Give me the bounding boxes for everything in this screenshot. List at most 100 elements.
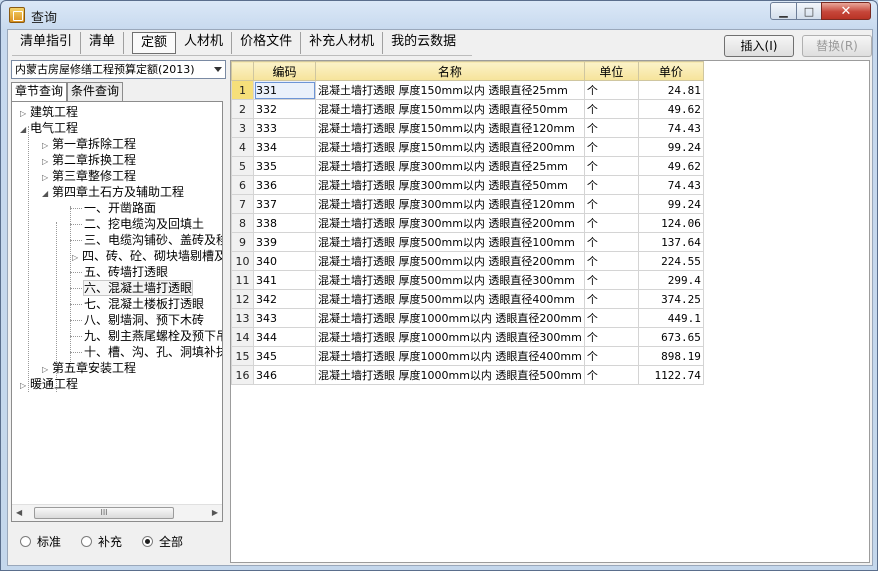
cell-name[interactable]: 混凝土墙打透眼 厚度1000mm以内 透眼直径400mm	[315, 346, 585, 366]
cell-price[interactable]: 49.62	[637, 99, 704, 119]
tree-leaf[interactable]: 九、剔主燕尾螺栓及预下吊	[70, 328, 222, 344]
expand-icon[interactable]: ▷	[20, 378, 30, 394]
cell-name[interactable]: 混凝土墙打透眼 厚度500mm以内 透眼直径200mm	[315, 251, 585, 271]
table-row[interactable]: 9 339 混凝土墙打透眼 厚度500mm以内 透眼直径100mm 个 137.64	[231, 232, 704, 252]
tree-leaf[interactable]: 三、电缆沟铺砂、盖砖及移	[70, 232, 222, 248]
table-row[interactable]: 3 333 混凝土墙打透眼 厚度150mm以内 透眼直径120mm 个 74.43	[231, 118, 704, 138]
column-header-price[interactable]: 单价	[637, 61, 704, 81]
cell-code[interactable]: 346	[253, 365, 316, 385]
table-row[interactable]: 11 341 混凝土墙打透眼 厚度500mm以内 透眼直径300mm 个 299.4	[231, 270, 704, 290]
cell-unit[interactable]: 个	[583, 270, 639, 290]
cell-price[interactable]: 673.65	[637, 327, 704, 347]
tab-cloud-data[interactable]: 我的云数据	[383, 32, 464, 54]
row-number[interactable]: 14	[231, 327, 254, 347]
row-number[interactable]: 7	[231, 194, 254, 214]
quota-grid[interactable]: 编码 名称 单位 单价 1 331 混凝土墙打透眼 厚度150mm以内 透眼直径25…	[230, 60, 870, 563]
cell-price[interactable]: 898.19	[637, 346, 704, 366]
cell-price[interactable]: 1122.74	[637, 365, 704, 385]
table-row[interactable]: 12 342 混凝土墙打透眼 厚度500mm以内 透眼直径400mm 个 374.25	[231, 289, 704, 309]
cell-code[interactable]: 337	[253, 194, 316, 214]
cell-price[interactable]: 374.25	[637, 289, 704, 309]
tree-node[interactable]: ▷ 第一章拆除工程	[42, 136, 136, 152]
tab-price-file[interactable]: 价格文件	[232, 32, 302, 54]
tree-node[interactable]: ▷ 第五章安装工程	[42, 360, 136, 376]
cell-unit[interactable]: 个	[583, 99, 639, 119]
table-row[interactable]: 4 334 混凝土墙打透眼 厚度150mm以内 透眼直径200mm 个 99.24	[231, 137, 704, 157]
tab-supplement[interactable]: 补充人材机	[301, 32, 384, 54]
tree-node[interactable]: ▷ 第三章整修工程	[42, 168, 136, 184]
table-row[interactable]: 5 335 混凝土墙打透眼 厚度300mm以内 透眼直径25mm 个 49.62	[231, 156, 704, 176]
cell-code[interactable]: 339	[253, 232, 316, 252]
tree-leaf-selected[interactable]: 六、混凝土墙打透眼	[70, 280, 194, 296]
cell-unit[interactable]: 个	[583, 118, 639, 138]
replace-button[interactable]: 替换(R)	[802, 35, 872, 57]
collapse-icon[interactable]: ◢	[20, 122, 30, 138]
tab-condition-query[interactable]: 条件查询	[67, 82, 124, 101]
column-header-code[interactable]: 编码	[253, 61, 316, 81]
cell-price[interactable]: 137.64	[637, 232, 704, 252]
cell-code[interactable]: 341	[253, 270, 316, 290]
cell-unit[interactable]: 个	[583, 308, 639, 328]
row-number[interactable]: 12	[231, 289, 254, 309]
close-button[interactable]: ✕	[821, 2, 871, 20]
table-row[interactable]: 10 340 混凝土墙打透眼 厚度500mm以内 透眼直径200mm 个 224.55	[231, 251, 704, 271]
radio-supplement[interactable]: 补充	[81, 533, 122, 550]
table-row[interactable]: 6 336 混凝土墙打透眼 厚度300mm以内 透眼直径50mm 个 74.43	[231, 175, 704, 195]
cell-name[interactable]: 混凝土墙打透眼 厚度300mm以内 透眼直径200mm	[315, 213, 585, 233]
cell-price[interactable]: 99.24	[637, 194, 704, 214]
tree-leaf[interactable]: 五、砖墙打透眼	[70, 264, 168, 280]
tree-node[interactable]: ◢ 电气工程	[20, 120, 78, 136]
row-number[interactable]: 1	[231, 80, 254, 100]
row-number[interactable]: 11	[231, 270, 254, 290]
tab-labor-material[interactable]: 人材机	[176, 32, 233, 54]
table-row[interactable]: 14 344 混凝土墙打透眼 厚度1000mm以内 透眼直径300mm 个 673.65	[231, 327, 704, 347]
tree-node[interactable]: ▷ 第二章拆换工程	[42, 152, 136, 168]
cell-unit[interactable]: 个	[583, 213, 639, 233]
radio-standard[interactable]: 标准	[20, 533, 61, 550]
cell-price[interactable]: 99.24	[637, 137, 704, 157]
cell-unit[interactable]: 个	[583, 137, 639, 157]
radio-dot[interactable]	[81, 536, 93, 547]
cell-unit[interactable]: 个	[583, 289, 639, 309]
chapter-tree[interactable]: ▷ 建筑工程 ◢ 电气工程 ▷ 第一章拆除工程 ▷ 第二章拆换工程 ▷ 第三章整修工程 ◢…	[11, 101, 223, 522]
cell-unit[interactable]: 个	[583, 80, 639, 100]
row-number[interactable]: 13	[231, 308, 254, 328]
cell-name[interactable]: 混凝土墙打透眼 厚度1000mm以内 透眼直径500mm	[315, 365, 585, 385]
cell-unit[interactable]: 个	[583, 156, 639, 176]
cell-name[interactable]: 混凝土墙打透眼 厚度150mm以内 透眼直径200mm	[315, 137, 585, 157]
cell-unit[interactable]: 个	[583, 327, 639, 347]
table-row[interactable]: 16 346 混凝土墙打透眼 厚度1000mm以内 透眼直径500mm 个 1122.7…	[231, 365, 704, 385]
cell-name[interactable]: 混凝土墙打透眼 厚度300mm以内 透眼直径50mm	[315, 175, 585, 195]
row-number[interactable]: 9	[231, 232, 254, 252]
cell-price[interactable]: 449.1	[637, 308, 704, 328]
radio-dot[interactable]	[20, 536, 31, 547]
cell-code[interactable]: 331	[253, 80, 316, 100]
tree-leaf[interactable]: 七、混凝土楼板打透眼	[70, 296, 204, 312]
row-number[interactable]: 2	[231, 99, 254, 119]
cell-unit[interactable]: 个	[583, 251, 639, 271]
radio-all[interactable]: 全部	[142, 533, 183, 550]
column-header-name[interactable]: 名称	[315, 61, 585, 81]
table-row[interactable]: 13 343 混凝土墙打透眼 厚度1000mm以内 透眼直径200mm 个 449.1	[231, 308, 704, 328]
cell-code[interactable]: 336	[253, 175, 316, 195]
cell-name[interactable]: 混凝土墙打透眼 厚度500mm以内 透眼直径400mm	[315, 289, 585, 309]
cell-unit[interactable]: 个	[583, 346, 639, 366]
tree-node[interactable]: ▷ 建筑工程	[20, 104, 78, 120]
table-row[interactable]: 7 337 混凝土墙打透眼 厚度300mm以内 透眼直径120mm 个 99.24	[231, 194, 704, 214]
row-number[interactable]: 8	[231, 213, 254, 233]
minimize-button[interactable]: ▁	[770, 2, 797, 20]
tree-leaf[interactable]: 二、挖电缆沟及回填土	[70, 216, 204, 232]
cell-code[interactable]: 344	[253, 327, 316, 347]
tree-node[interactable]: ◢ 第四章土石方及辅助工程	[42, 184, 184, 200]
cell-unit[interactable]: 个	[583, 194, 639, 214]
cell-unit[interactable]: 个	[583, 232, 639, 252]
cell-name[interactable]: 混凝土墙打透眼 厚度150mm以内 透眼直径25mm	[315, 80, 585, 100]
row-number[interactable]: 10	[231, 251, 254, 271]
table-row[interactable]: 2 332 混凝土墙打透眼 厚度150mm以内 透眼直径50mm 个 49.62	[231, 99, 704, 119]
cell-code[interactable]: 338	[253, 213, 316, 233]
row-number[interactable]: 15	[231, 346, 254, 366]
cell-code[interactable]: 335	[253, 156, 316, 176]
cell-name[interactable]: 混凝土墙打透眼 厚度1000mm以内 透眼直径300mm	[315, 327, 585, 347]
chevron-down-icon[interactable]	[214, 67, 222, 72]
tab-quota[interactable]: 定额	[132, 32, 177, 54]
